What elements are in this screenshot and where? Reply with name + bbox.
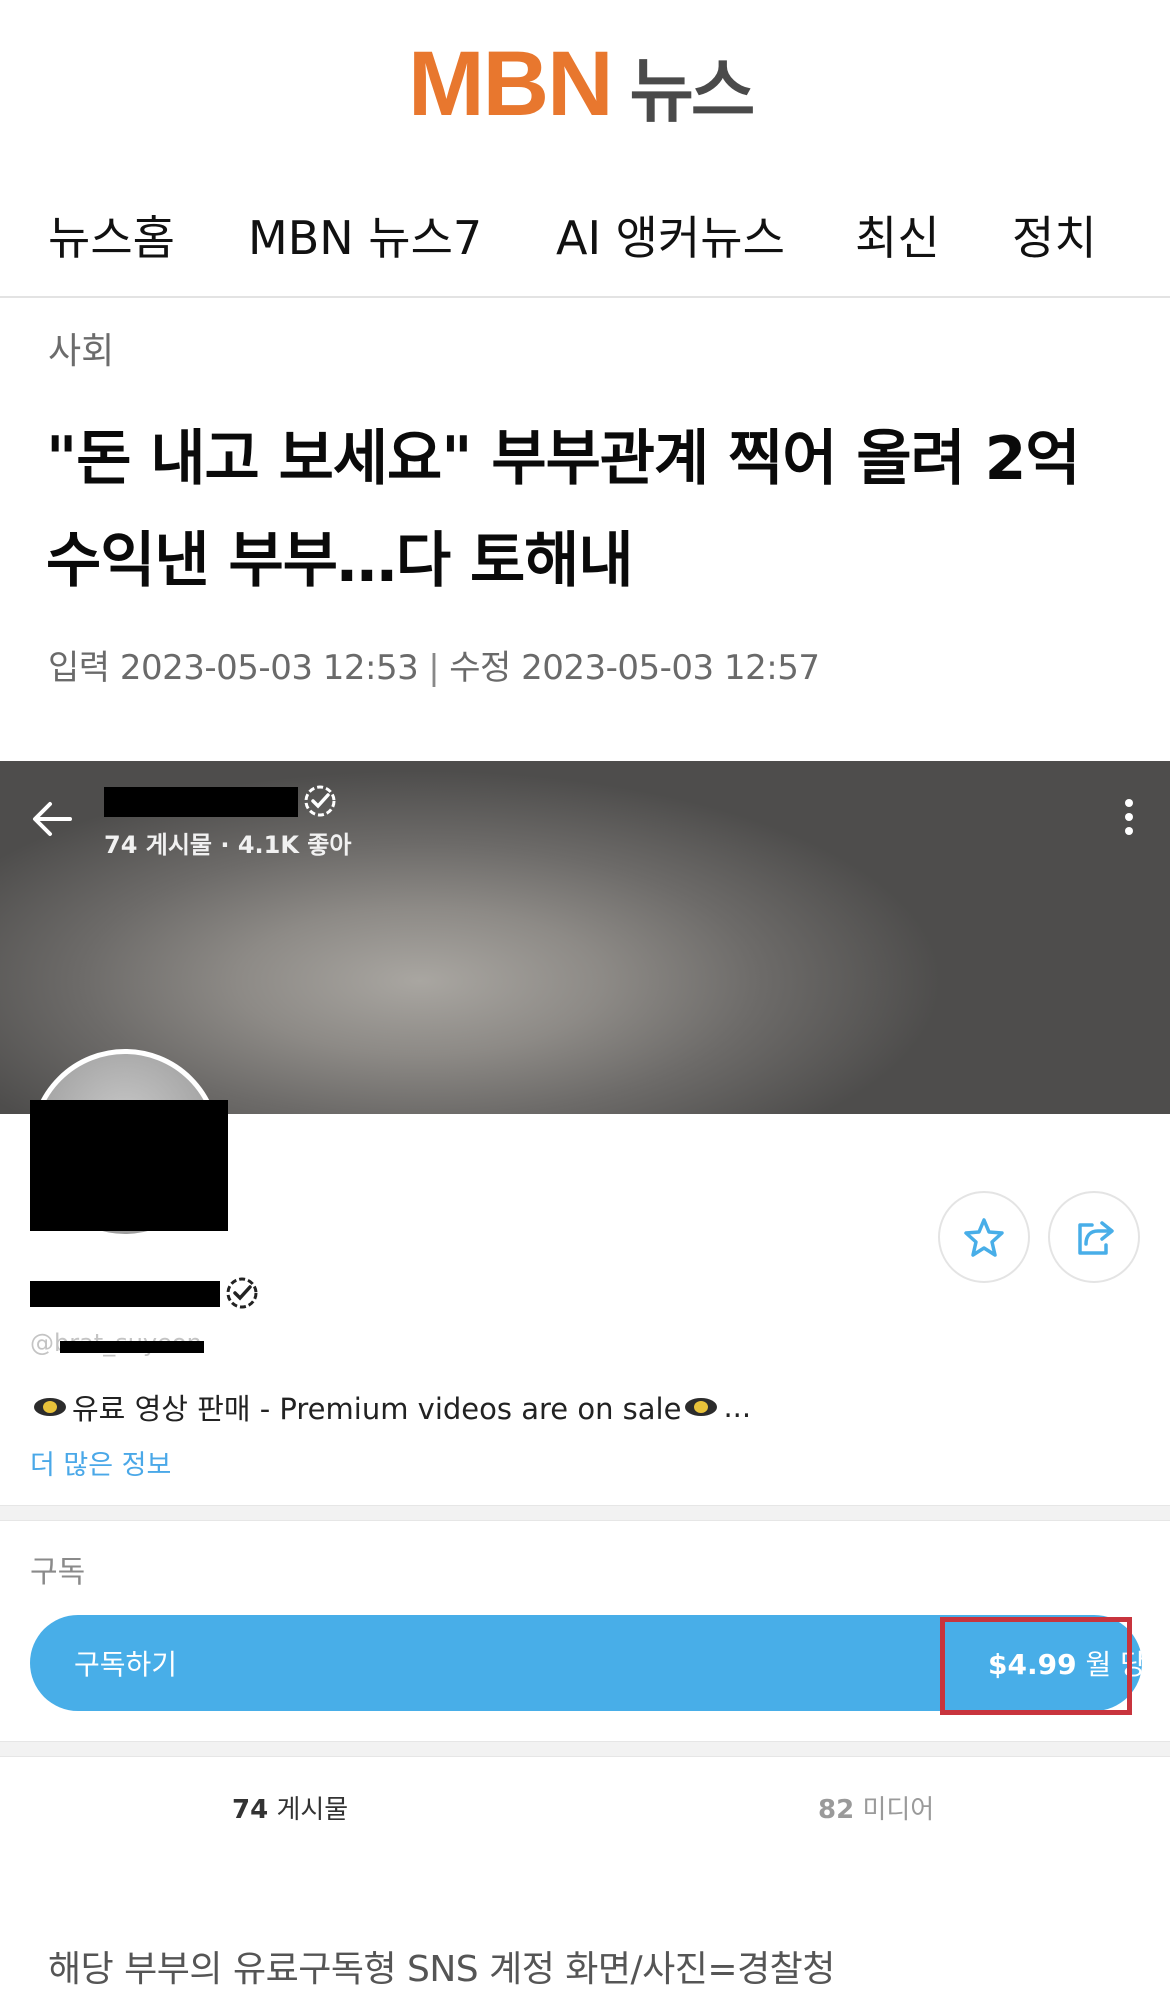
tab-media: 82 미디어 bbox=[818, 1789, 934, 1826]
logo-brand: MBN bbox=[408, 33, 614, 135]
redacted-display-name bbox=[30, 1281, 220, 1307]
subscription-label: 구독 bbox=[30, 1555, 86, 1590]
mbn-news-logo[interactable]: MBN 뉴스 bbox=[408, 33, 756, 135]
posts-label: 게시물 bbox=[276, 1795, 349, 1825]
profile-bio: 유료 영상 판매 - Premium videos are on sale ..… bbox=[30, 1386, 751, 1428]
published-date: 입력 2023-05-03 12:53 bbox=[48, 648, 419, 688]
logo-suffix: 뉴스 bbox=[629, 50, 756, 132]
kebab-menu-icon bbox=[1125, 799, 1133, 835]
verified-icon bbox=[304, 785, 336, 817]
modified-date: 수정 2023-05-03 12:57 bbox=[449, 648, 820, 688]
back-arrow-icon bbox=[33, 802, 72, 836]
redacted-username bbox=[104, 787, 298, 817]
emoji-icon bbox=[685, 1398, 718, 1416]
article-headline: "돈 내고 보세요" 부부관계 찍어 올려 2억 수익낸 부부…다 토해내 bbox=[46, 408, 1136, 612]
headline-line-2: 수익낸 부부…다 토해내 bbox=[46, 526, 634, 596]
redacted-handle bbox=[60, 1341, 204, 1353]
media-label: 미디어 bbox=[862, 1795, 935, 1825]
article-category[interactable]: 사회 bbox=[48, 322, 114, 374]
category-nav: 뉴스홈 MBN 뉴스7 AI 앵커뉴스 최신 정치 bbox=[0, 190, 1170, 298]
more-info-link: 더 많은 정보 bbox=[30, 1450, 172, 1481]
cover-stats: 74 게시물 · 4.1K 좋아 bbox=[104, 831, 352, 859]
headline-line-1: "돈 내고 보세요" 부부관계 찍어 올려 2억 bbox=[46, 424, 1081, 494]
bio-text: 유료 영상 판매 - Premium videos are on sale bbox=[72, 1392, 682, 1426]
section-divider bbox=[0, 1741, 1170, 1757]
share-button bbox=[1048, 1191, 1140, 1283]
emoji-icon bbox=[34, 1398, 66, 1416]
redacted-avatar bbox=[30, 1100, 228, 1231]
photo-caption: 해당 부부의 유료구독형 SNS 계정 화면/사진=경찰청 bbox=[48, 1949, 835, 1990]
bio-ellipsis: ... bbox=[723, 1390, 752, 1424]
share-icon bbox=[1078, 1221, 1114, 1255]
date-separator: | bbox=[428, 648, 440, 688]
tab-posts: 74 게시물 bbox=[232, 1789, 348, 1826]
subscribe-button-label: 구독하기 bbox=[74, 1648, 178, 1681]
nav-item-ai-anchor-news[interactable]: AI 앵커뉴스 bbox=[556, 202, 785, 268]
article-photo: 74 게시물 · 4.1K 좋아 @brat_suyeon 유료 영상 판매 -… bbox=[0, 761, 1170, 1912]
media-count: 82 bbox=[818, 1795, 855, 1825]
section-divider bbox=[0, 1505, 1170, 1521]
posts-count: 74 bbox=[232, 1795, 269, 1825]
star-icon bbox=[964, 1218, 1004, 1257]
nav-item-politics[interactable]: 정치 bbox=[1012, 202, 1097, 268]
article-dates: 입력 2023-05-03 12:53 | 수정 2023-05-03 12:57 bbox=[48, 640, 820, 689]
favorite-button bbox=[938, 1191, 1030, 1283]
nav-item-news-home[interactable]: 뉴스홈 bbox=[48, 202, 175, 268]
verified-icon bbox=[226, 1277, 258, 1309]
nav-item-mbn-news7[interactable]: MBN 뉴스7 bbox=[248, 202, 482, 268]
nav-item-latest[interactable]: 최신 bbox=[855, 202, 940, 268]
site-header: MBN 뉴스 bbox=[0, 0, 1170, 160]
price-highlight-box bbox=[940, 1617, 1132, 1715]
